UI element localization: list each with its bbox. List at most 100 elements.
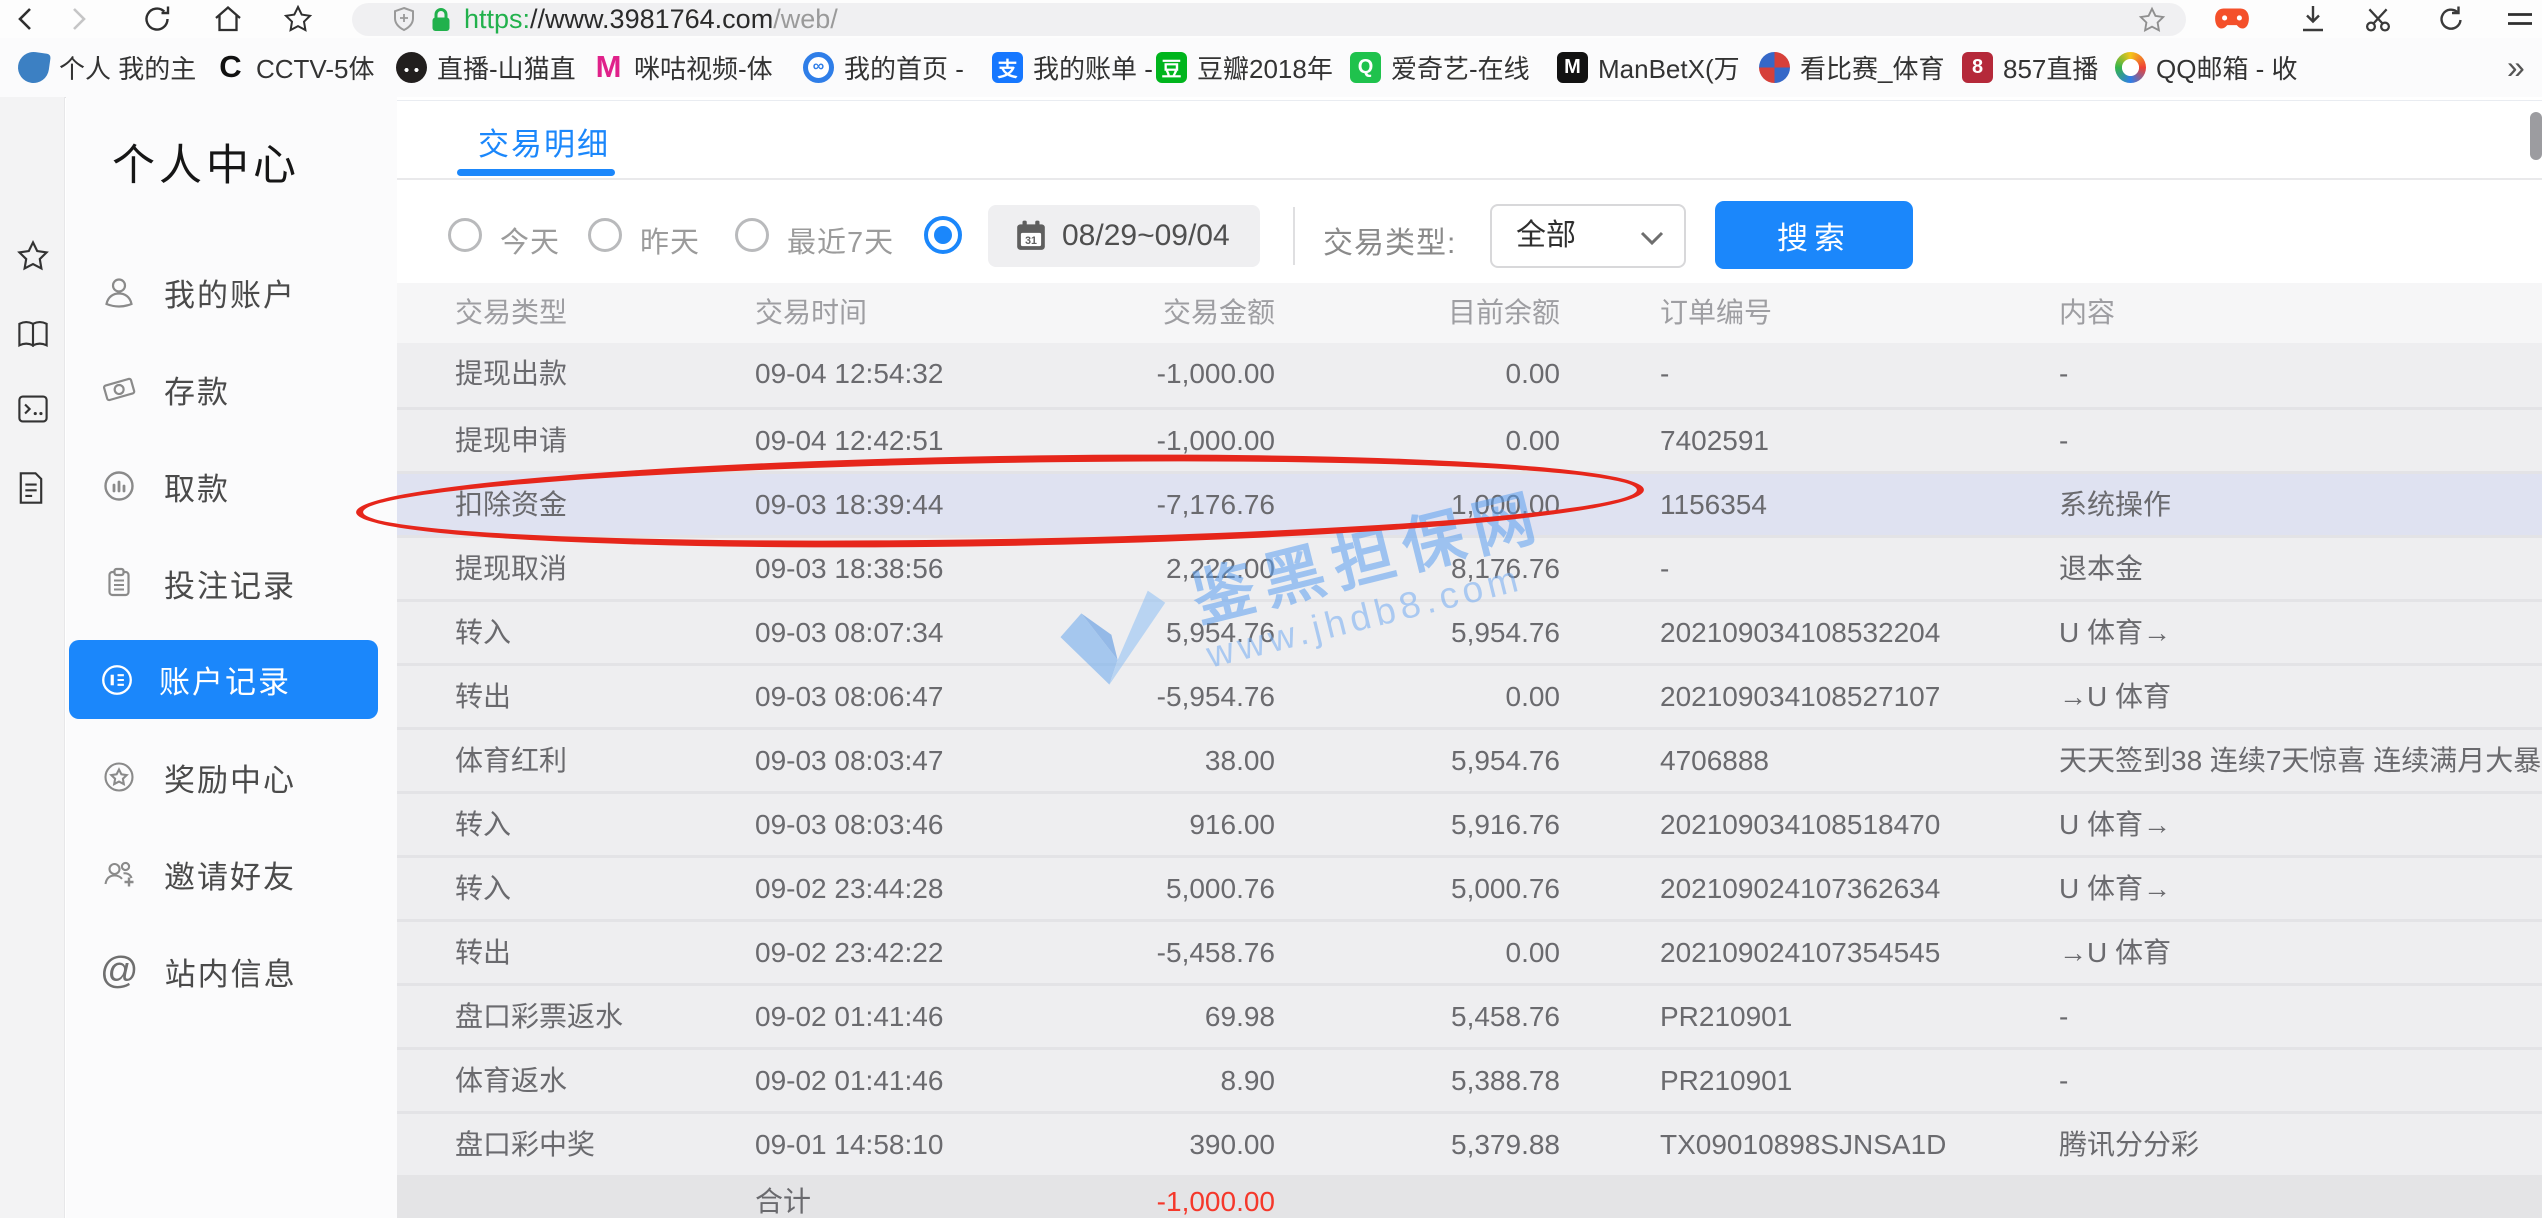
sidebar-item-withdraw[interactable]: 取款 (66, 461, 397, 511)
rail-star-icon[interactable] (16, 239, 50, 273)
bookmark-item[interactable]: M ManBetX(万 (1557, 38, 1740, 96)
rail-reading-list-icon[interactable] (16, 319, 50, 353)
radio-yesterday[interactable] (588, 218, 622, 252)
cell-content: 退本金 (2059, 538, 2143, 599)
table-row[interactable]: 转入 09-02 23:44:28 5,000.76 5,000.76 2021… (397, 855, 2542, 919)
bookmark-favicon (2115, 52, 2146, 83)
sidebar-item-invite-friends[interactable]: 邀请好友 (66, 849, 397, 899)
cell-order-no: PR210901 (1660, 1050, 1792, 1111)
cell-time: 09-03 08:03:46 (755, 794, 943, 855)
table-row[interactable]: 体育返水 09-02 01:41:46 8.90 5,388.78 PR2109… (397, 1047, 2542, 1111)
scrollbar-thumb[interactable] (2530, 112, 2542, 160)
date-range-value: 08/29~09/04 (1062, 205, 1230, 267)
bookmark-item[interactable]: QQ邮箱 - 收 (2115, 38, 2298, 96)
bookmark-favicon: 8 (1962, 52, 1993, 83)
bookmark-item[interactable]: 个人 我的主 (18, 38, 196, 96)
bookmark-item[interactable]: 直播-山猫直 (396, 38, 576, 96)
forward-icon[interactable] (57, 0, 101, 38)
sidebar-item-deposit[interactable]: 存款 (66, 364, 397, 414)
at-icon: @ (100, 954, 139, 988)
radio-today[interactable] (448, 218, 482, 252)
radio-yesterday-label[interactable]: 昨天 (640, 219, 700, 261)
table-header: 交易类型 交易时间 交易金额 目前余额 订单编号 内容 (397, 283, 2542, 343)
cell-order-no: - (1660, 538, 1669, 599)
bookmark-item[interactable]: C CCTV-5体 (215, 38, 374, 96)
cell-amount: -1,000.00 (935, 343, 1275, 404)
table-row[interactable]: 提现出款 09-04 12:54:32 -1,000.00 0.00 - - (397, 343, 2542, 407)
sidebar-item-label: 账户记录 (159, 657, 291, 702)
sidebar-item-label: 邀请好友 (164, 852, 296, 897)
bookmark-label: QQ邮箱 - 收 (2156, 49, 2298, 86)
scissors-icon[interactable] (2356, 0, 2400, 38)
bookmark-favicon: 豆 (1156, 52, 1187, 83)
bookmark-label: CCTV-5体 (256, 49, 374, 86)
cell-time: 09-03 08:03:47 (755, 730, 943, 791)
bookmark-star-icon[interactable] (2138, 6, 2166, 34)
cell-balance: 0.00 (1280, 410, 1560, 471)
table-row[interactable]: 扣除资金 09-03 18:39:44 -7,176.76 1,000.00 1… (397, 471, 2542, 535)
bookmark-label: 我的账单 - (1033, 49, 1153, 86)
tab-transaction-details[interactable]: 交易明细 (478, 119, 610, 164)
search-button[interactable]: 搜索 (1715, 201, 1913, 269)
menu-icon[interactable] (2498, 0, 2542, 38)
sidebar-item-my-account[interactable]: 我的账户 (66, 267, 397, 317)
back-icon[interactable] (3, 0, 47, 38)
table-row[interactable]: 转入 09-03 08:03:46 916.00 5,916.76 202109… (397, 791, 2542, 855)
cell-time: 09-03 18:38:56 (755, 538, 943, 599)
undo-history-icon[interactable] (2429, 0, 2473, 38)
table-row[interactable]: 提现取消 09-03 18:38:56 2,222.00 8,176.76 - … (397, 535, 2542, 599)
active-tab-indicator (457, 169, 615, 176)
home-icon[interactable] (206, 0, 250, 38)
bookmark-favicon: M (593, 52, 624, 83)
radio-dot (934, 226, 952, 244)
table-row[interactable]: 盘口彩中奖 09-01 14:58:10 390.00 5,379.88 TX0… (397, 1111, 2542, 1175)
table-body: 提现出款 09-04 12:54:32 -1,000.00 0.00 - - 提… (397, 343, 2542, 1175)
reload-icon[interactable] (135, 0, 179, 38)
bookmark-item[interactable]: 支 我的账单 - (992, 38, 1153, 96)
favorites-star-icon[interactable] (276, 0, 320, 38)
table-row[interactable]: 转出 09-02 23:42:22 -5,458.76 0.00 2021090… (397, 919, 2542, 983)
date-range-picker[interactable]: 31 08/29~09/04 (988, 205, 1260, 267)
table-row[interactable]: 转出 09-03 08:06:47 -5,954.76 0.00 2021090… (397, 663, 2542, 727)
sidebar-item-rewards[interactable]: 奖励中心 (66, 752, 397, 802)
sidebar-item-bet-records[interactable]: 投注记录 (66, 558, 397, 608)
radio-today-label[interactable]: 今天 (500, 219, 560, 261)
address-bar[interactable]: https://www.3981764.com/web/ (352, 3, 2186, 36)
rail-snippets-icon[interactable] (16, 393, 50, 427)
table-row[interactable]: 盘口彩票返水 09-02 01:41:46 69.98 5,458.76 PR2… (397, 983, 2542, 1047)
bookmark-item[interactable]: Q 爱奇艺-在线 (1350, 38, 1530, 96)
rail-notes-icon[interactable] (16, 471, 50, 505)
sidebar-item-account-records[interactable]: 账户记录 (69, 640, 378, 719)
radio-last-7-days[interactable] (735, 218, 769, 252)
cell-content: →U 体育 (2059, 666, 2171, 727)
cell-type: 转出 (455, 666, 511, 727)
bookmark-item[interactable]: 8 857直播 (1962, 38, 2098, 96)
browser-window: https://www.3981764.com/web/ (0, 0, 2542, 1218)
bookmark-item[interactable]: 豆 豆瓣2018年 (1156, 38, 1333, 96)
radio-last-7-days-label[interactable]: 最近7天 (787, 219, 894, 261)
sidebar-item-site-messages[interactable]: @ 站内信息 (66, 946, 397, 996)
bookmark-item[interactable]: 看比赛_体育 (1759, 38, 1944, 96)
game-controller-icon[interactable] (2209, 0, 2255, 38)
table-row[interactable]: 提现申请 09-04 12:42:51 -1,000.00 0.00 74025… (397, 407, 2542, 471)
cell-content: 天天签到38 连续7天惊喜 连续满月大暴击 (2059, 730, 2542, 791)
star-badge-icon (102, 760, 136, 794)
bookmark-item[interactable]: ∞ 我的首页 - (803, 38, 964, 96)
browser-toolbar: https://www.3981764.com/web/ (0, 0, 2542, 38)
table-row[interactable]: 体育红利 09-03 08:03:47 38.00 5,954.76 47068… (397, 727, 2542, 791)
cell-order-no: 202109034108527107 (1660, 666, 1940, 727)
table-row[interactable]: 转入 09-03 08:07:34 5,954.76 5,954.76 2021… (397, 599, 2542, 663)
header-content: 内容 (2059, 283, 2115, 343)
download-icon[interactable] (2291, 0, 2335, 38)
select-value: 全部 (1516, 206, 1576, 266)
transaction-type-select[interactable]: 全部 (1490, 204, 1686, 268)
chevron-down-icon (1640, 231, 1664, 246)
bookmark-label: 咪咕视频-体 (634, 49, 773, 86)
bookmarks-overflow-chevron[interactable]: » (2507, 38, 2525, 96)
sidebar-item-label: 投注记录 (164, 561, 296, 606)
bookmark-label: 爱奇艺-在线 (1391, 49, 1530, 86)
cell-amount: 390.00 (935, 1114, 1275, 1175)
cell-balance: 0.00 (1280, 666, 1560, 727)
bookmark-item[interactable]: M 咪咕视频-体 (593, 38, 773, 96)
radio-custom-range-selected[interactable] (924, 216, 962, 254)
